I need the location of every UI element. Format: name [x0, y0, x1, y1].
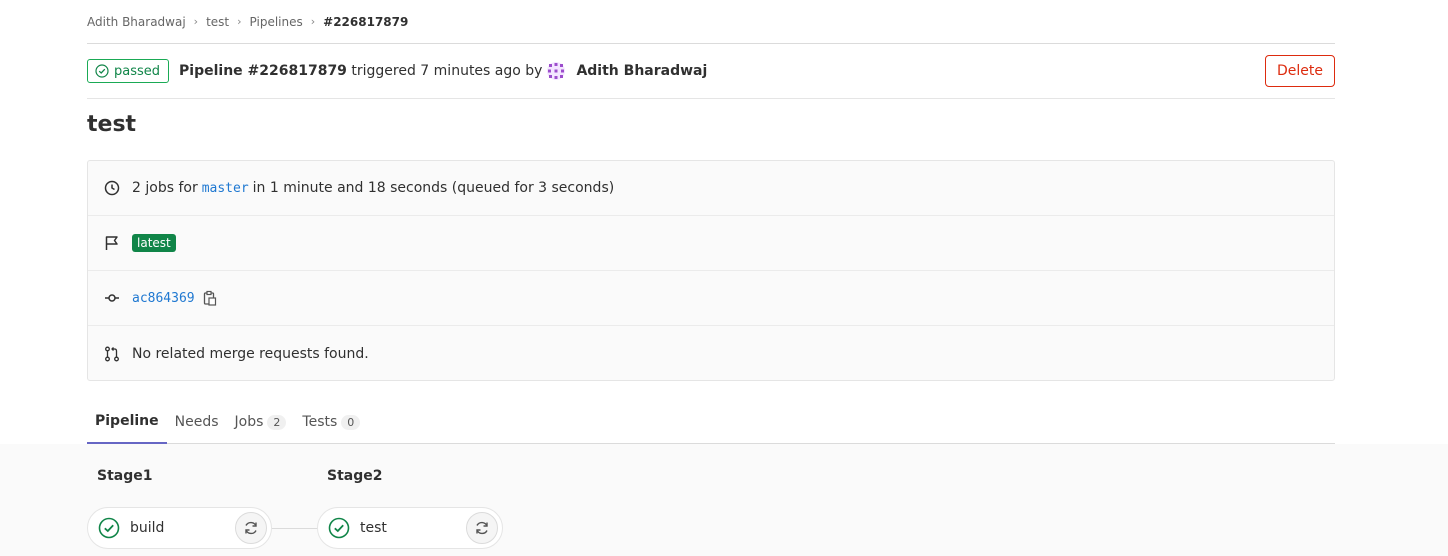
tab-jobs[interactable]: Jobs 2 [227, 400, 295, 444]
job-test[interactable]: test [317, 507, 503, 549]
breadcrumb: Adith Bharadwaj › test › Pipelines › #22… [87, 0, 1335, 44]
stage-title: Stage2 [327, 468, 383, 484]
pipeline-info-panel: 2 jobs for master in 1 minute and 18 sec… [87, 160, 1335, 381]
chevron-right-icon: › [310, 15, 316, 28]
jobs-count-badge: 2 [267, 414, 287, 430]
check-circle-icon [98, 517, 120, 539]
delete-button[interactable]: Delete [1265, 55, 1335, 87]
commit-icon [104, 290, 120, 306]
breadcrumb-project[interactable]: test [206, 15, 229, 29]
retry-button[interactable] [235, 512, 267, 544]
status-badge[interactable]: passed [87, 59, 170, 83]
check-circle-icon [328, 517, 350, 539]
chevron-right-icon: › [193, 15, 199, 28]
merge-requests-text: No related merge requests found. [132, 345, 369, 362]
pipeline-tabs: Pipeline Needs Jobs 2 Tests 0 [87, 400, 1335, 444]
pipeline-summary: Pipeline #226817879 triggered 7 minutes … [179, 61, 707, 81]
tab-label: Pipeline [95, 413, 159, 429]
author-link[interactable]: Adith Bharadwaj [576, 63, 707, 79]
branch-link[interactable]: master [202, 181, 249, 196]
breadcrumb-pipelines[interactable]: Pipelines [250, 15, 303, 29]
job-name: build [130, 520, 165, 536]
pipeline-graph: Stage1 Stage2 build test [0, 444, 1448, 556]
page-title: test [87, 112, 137, 137]
retry-icon [245, 521, 257, 535]
tab-label: Tests [302, 414, 338, 430]
triggered-text: triggered 7 minutes ago by [351, 63, 543, 79]
merge-requests-row: No related merge requests found. [88, 326, 1334, 381]
flag-icon [104, 235, 120, 251]
tests-count-badge: 0 [341, 414, 361, 430]
stage-title: Stage1 [97, 468, 153, 484]
breadcrumb-user[interactable]: Adith Bharadwaj [87, 15, 186, 29]
latest-badge: latest [132, 234, 176, 252]
stage-connector [272, 528, 318, 529]
merge-request-icon [104, 346, 120, 362]
avatar[interactable] [546, 61, 566, 81]
breadcrumb-current-pipeline[interactable]: #226817879 [323, 15, 408, 29]
tab-tests[interactable]: Tests 0 [294, 400, 368, 444]
tags-row: latest [88, 216, 1334, 271]
commit-row: ac864369 [88, 271, 1334, 326]
chevron-right-icon: › [237, 15, 242, 28]
job-build[interactable]: build [87, 507, 272, 549]
jobs-count-text: 2 jobs for [132, 180, 198, 196]
tab-needs[interactable]: Needs [167, 400, 227, 444]
tab-label: Needs [174, 414, 219, 430]
clipboard-icon[interactable] [203, 290, 217, 306]
commit-sha-link[interactable]: ac864369 [132, 291, 195, 306]
tab-label: Jobs [234, 414, 264, 430]
job-name: test [360, 520, 387, 536]
retry-button[interactable] [466, 512, 498, 544]
clock-icon [104, 180, 120, 196]
status-text: passed [114, 63, 161, 79]
pipeline-header: passed Pipeline #226817879 triggered 7 m… [87, 44, 1335, 99]
check-circle-icon [95, 64, 109, 78]
jobs-duration-row: 2 jobs for master in 1 minute and 18 sec… [88, 161, 1334, 216]
retry-icon [476, 521, 488, 535]
pipeline-label: Pipeline #226817879 [179, 63, 347, 79]
tab-pipeline[interactable]: Pipeline [87, 400, 167, 444]
duration-text: in 1 minute and 18 seconds (queued for 3… [252, 180, 615, 196]
